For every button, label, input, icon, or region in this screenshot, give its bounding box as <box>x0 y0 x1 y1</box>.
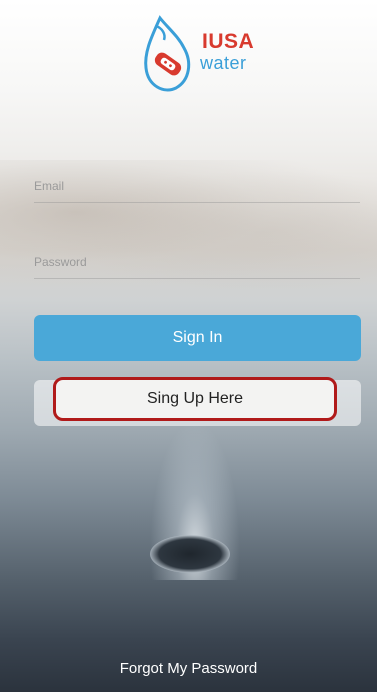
sign-up-button[interactable]: Sing Up Here <box>53 377 337 421</box>
background-splash-base <box>150 535 230 573</box>
brand-name-top: IUSA <box>202 30 255 53</box>
forgot-password-link[interactable]: Forgot My Password <box>0 660 377 677</box>
email-field[interactable] <box>34 172 360 203</box>
sign-in-button[interactable]: Sign In <box>34 315 361 361</box>
background-splash <box>150 420 240 580</box>
sign-up-container: Sing Up Here <box>34 377 361 426</box>
app-logo: IUSA water <box>142 14 262 96</box>
water-drop-icon <box>144 15 191 92</box>
brand-name-bottom: water <box>200 53 247 73</box>
password-field[interactable] <box>34 248 360 279</box>
email-input[interactable] <box>34 172 360 200</box>
login-screen: IUSA water Sign In Sing Up Here Forgot M… <box>0 0 377 692</box>
password-input[interactable] <box>34 248 360 276</box>
